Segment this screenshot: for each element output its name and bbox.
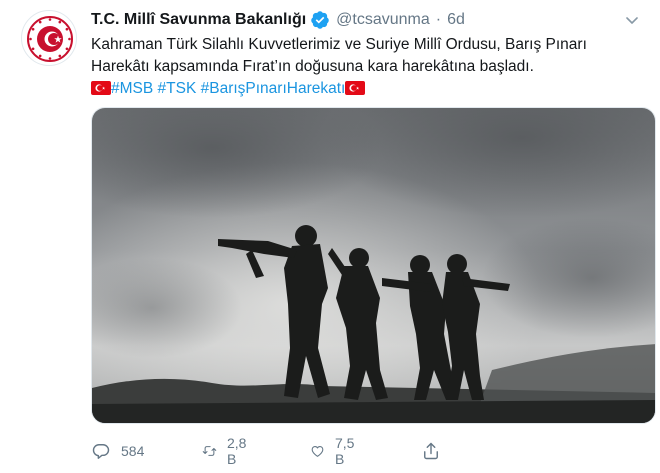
retweet-button[interactable]: 2,8 B [202, 435, 251, 467]
share-button[interactable] [421, 441, 441, 461]
tweet-timestamp[interactable]: 6d [447, 11, 465, 29]
hashtag-line: #MSB #TSK #BarışPınarıHarekatı [91, 78, 641, 100]
ministry-emblem-icon[interactable] [21, 10, 77, 66]
like-button[interactable]: 7,5 B [310, 435, 359, 467]
author-name[interactable]: T.C. Millî Savunma Bakanlığı [91, 11, 306, 29]
retweet-count: 2,8 B [226, 435, 247, 467]
tweet-text: Kahraman Türk Silahlı Kuvvetlerimiz ve S… [91, 34, 641, 100]
verified-badge-icon [310, 10, 330, 30]
turkey-flag-icon [91, 80, 111, 95]
soldiers-silhouette-photo [92, 108, 655, 423]
tweet-header: T.C. Millî Savunma Bakanlığı @tcsavunma … [91, 9, 465, 31]
tweet-photo[interactable] [91, 107, 656, 424]
share-icon [424, 442, 438, 460]
hashtag-link[interactable]: #TSK [158, 80, 197, 97]
chevron-down-icon[interactable] [624, 12, 640, 28]
reply-icon [92, 444, 110, 459]
like-icon [311, 446, 324, 457]
tweet-text-line: Kahraman Türk Silahlı Kuvvetlerimiz ve S… [91, 36, 587, 53]
author-handle[interactable]: @tcsavunma [336, 11, 430, 29]
tweet-text-line: Harekâtı kapsamında Fırat’ın doğusuna ka… [91, 58, 534, 75]
retweet-icon [202, 446, 217, 456]
separator-dot: · [435, 11, 442, 28]
hashtag-link[interactable]: #MSB [111, 80, 153, 97]
hashtag-link[interactable]: #BarışPınarıHarekatı [201, 80, 346, 97]
reply-count: 584 [121, 443, 145, 459]
like-count: 7,5 B [334, 435, 355, 467]
tweet[interactable]: T.C. Millî Savunma Bakanlığı @tcsavunma … [0, 0, 660, 473]
turkey-flag-icon [345, 80, 366, 95]
reply-button[interactable]: 584 [91, 441, 144, 461]
